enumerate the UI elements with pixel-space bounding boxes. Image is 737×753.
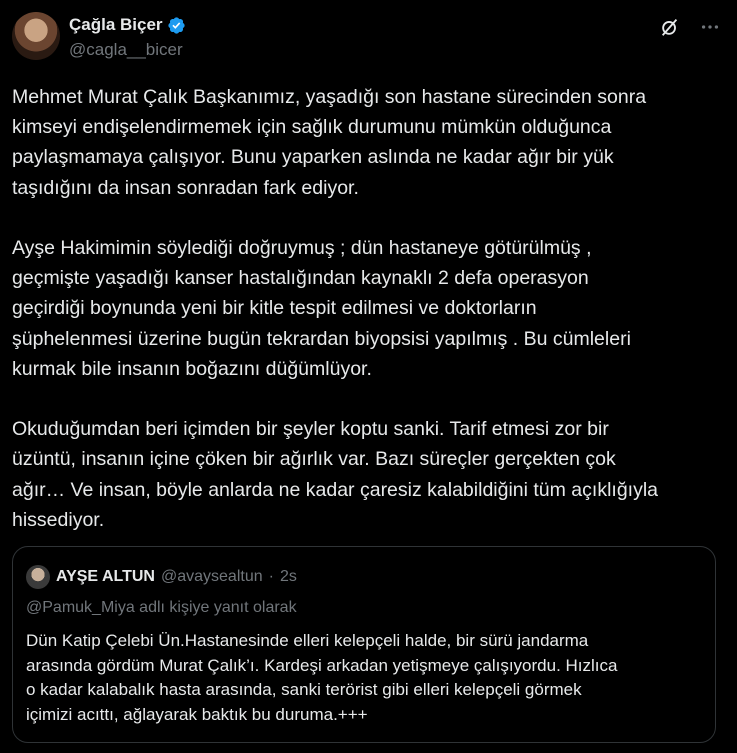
quoted-author-avatar[interactable]: [26, 565, 50, 589]
more-options-icon[interactable]: [699, 16, 721, 38]
quoted-author-name[interactable]: AYŞE ALTUN: [56, 568, 155, 586]
author-name[interactable]: Çağla Biçer: [69, 15, 163, 35]
grok-icon[interactable]: [659, 16, 681, 38]
quoted-tweet-text: Dün Katip Çelebi Ün.Hastanesinde elleri …: [26, 631, 618, 724]
author-handle[interactable]: @cagla__bicer: [69, 40, 183, 60]
quoted-author-handle[interactable]: @avaysealtun: [161, 568, 263, 586]
reply-context: @Pamuk_Miya adlı kişiye yanıt olarak: [26, 599, 297, 616]
author-avatar[interactable]: [12, 12, 60, 60]
author-name-row: Çağla Biçer: [69, 15, 186, 35]
separator-dot: ·: [268, 568, 274, 585]
verified-badge-icon: [167, 16, 185, 34]
quoted-tweet[interactable]: AYŞE ALTUN @avaysealtun · 2s @Pamuk_Miya…: [12, 546, 716, 743]
quoted-tweet-header: AYŞE ALTUN @avaysealtun · 2s: [26, 565, 297, 589]
tweet-header: Çağla Biçer @cagla__bicer: [12, 12, 725, 64]
tweet-text: Mehmet Murat Çalık Başkanımız, yaşadığı …: [12, 86, 659, 531]
quoted-timestamp[interactable]: 2s: [280, 568, 297, 586]
